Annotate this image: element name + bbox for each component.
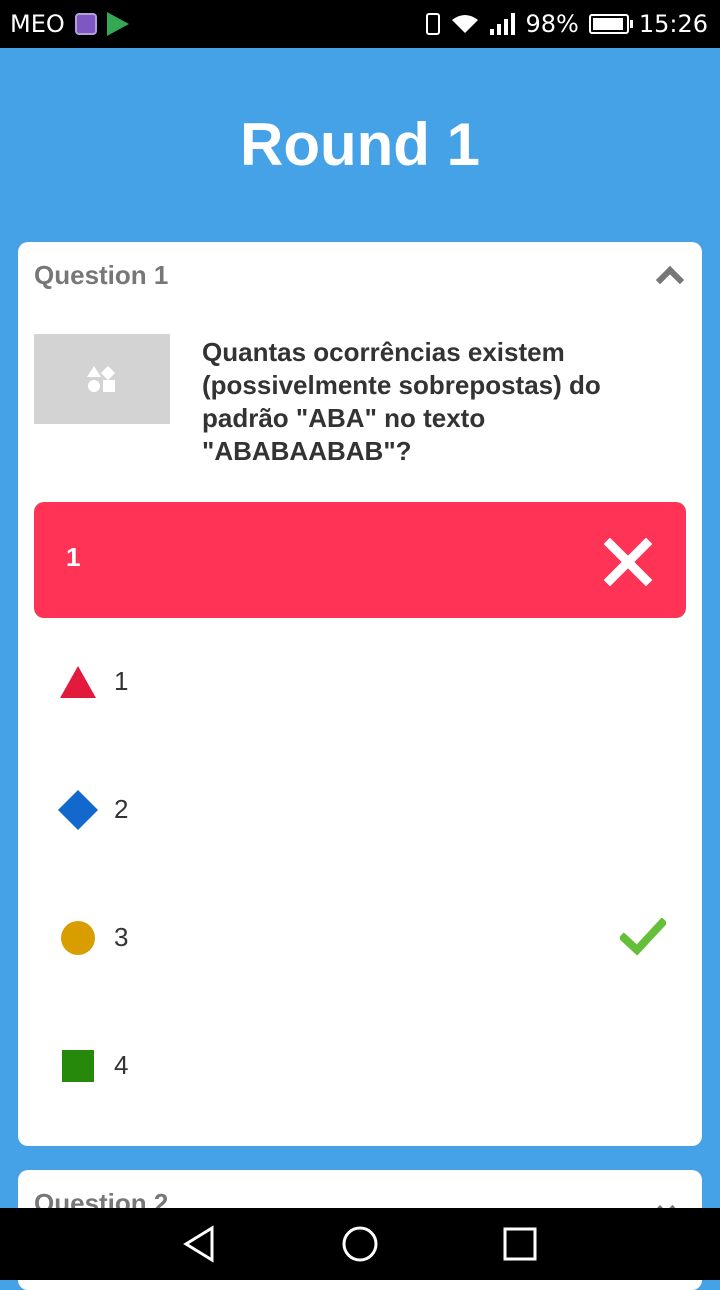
question-card: Question 1 Quantas ocorrências existem (… [18, 242, 702, 1146]
answer-option-3: 3 [34, 882, 686, 992]
round-title: Round 1 [240, 111, 480, 178]
signal-icon [490, 13, 516, 35]
gallery-icon [74, 13, 97, 35]
wrong-x-icon [604, 538, 652, 586]
square-icon [62, 1050, 94, 1082]
submitted-answer-banner: 1 [34, 502, 686, 618]
question-text: Quantas ocorrências existem (possivelmen… [202, 337, 601, 466]
battery-percent: 98% [525, 10, 579, 38]
option-label: 3 [114, 922, 129, 952]
answer-option-2: 2 [34, 754, 686, 864]
option-label: 4 [114, 1050, 129, 1080]
recents-icon[interactable] [500, 1224, 540, 1264]
home-icon[interactable] [340, 1224, 380, 1264]
answer-option-4: 4 [34, 1010, 686, 1120]
answer-option-1: 1 [34, 626, 686, 736]
option-label: 1 [114, 666, 129, 696]
status-bar: MEO 98% 15:26 [0, 0, 720, 48]
circle-icon [61, 921, 95, 955]
navigation-bar [0, 1208, 720, 1280]
shapes-icon [87, 366, 116, 392]
battery-icon [588, 14, 633, 34]
carrier-name: MEO [10, 10, 65, 38]
diamond-icon [58, 790, 98, 830]
play-store-icon [106, 12, 129, 36]
option-label: 2 [114, 794, 129, 824]
vibrate-icon [426, 13, 441, 35]
correct-check-icon [620, 918, 666, 956]
clock: 15:26 [638, 10, 708, 38]
triangle-icon [60, 666, 96, 698]
chevron-up-icon[interactable] [655, 265, 685, 295]
submitted-answer-text: 1 [66, 542, 81, 572]
question-header: Question 1 [34, 260, 169, 290]
wifi-icon [450, 13, 480, 35]
back-icon[interactable] [180, 1224, 220, 1264]
question-image-placeholder [34, 334, 170, 424]
